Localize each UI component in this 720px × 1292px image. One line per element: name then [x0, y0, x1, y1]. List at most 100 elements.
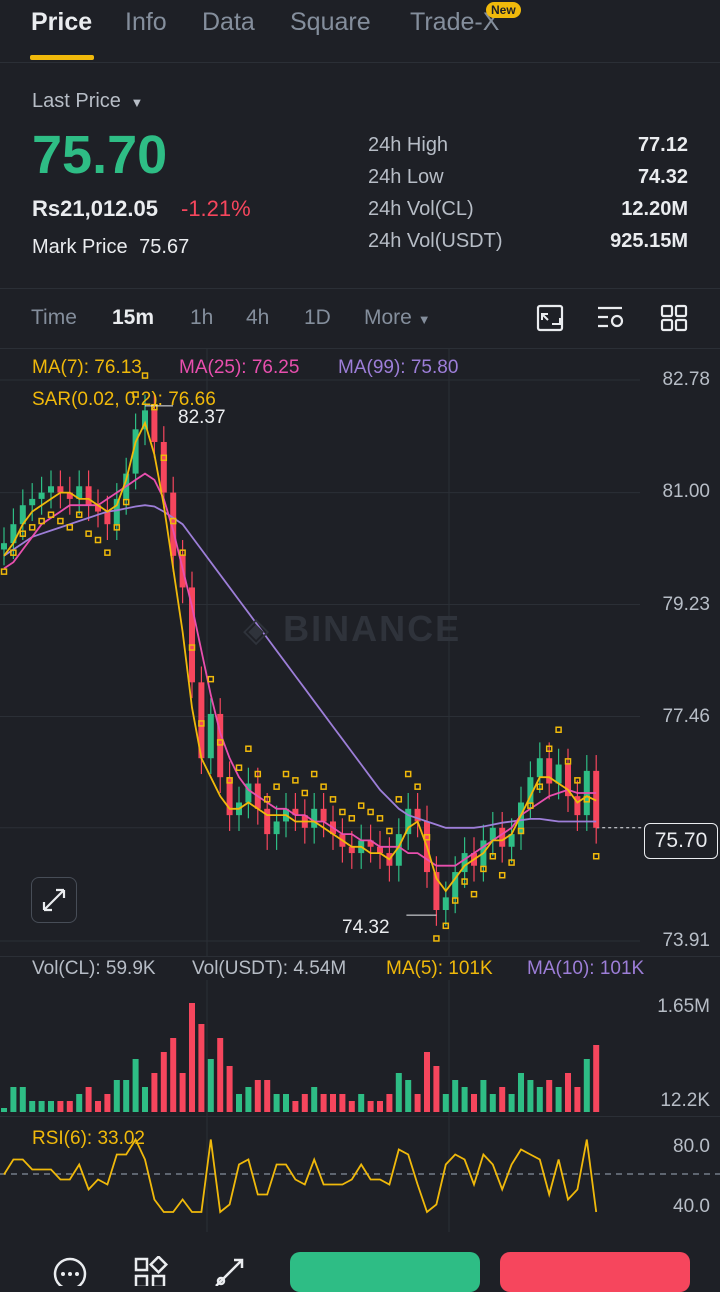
volume-bar — [499, 1087, 506, 1112]
volume-bar — [264, 1080, 271, 1112]
legend-vol-ma5: MA(5): 101K — [386, 958, 493, 979]
candle-body — [555, 764, 562, 784]
sar-dot — [207, 675, 215, 683]
sar-dot — [348, 815, 356, 822]
y-tick: 77.46 — [662, 706, 710, 727]
chevron-down-icon: ▼ — [130, 95, 144, 110]
volume-bar — [66, 1101, 73, 1112]
sar-dot — [404, 770, 412, 778]
sar-dot — [104, 549, 111, 556]
volume-bar — [217, 1038, 224, 1112]
volume-bar — [245, 1087, 252, 1112]
top-tabs: Price Info Data Square Trade-X New — [0, 0, 720, 63]
sar-dot — [141, 372, 149, 379]
sar-dot — [592, 852, 600, 860]
volume-bar — [292, 1101, 299, 1112]
sar-dot — [433, 935, 440, 942]
price-chart[interactable] — [0, 348, 720, 956]
y-tick: 82.78 — [662, 369, 710, 390]
indicator-settings-icon[interactable] — [596, 304, 628, 334]
volume-bar — [442, 1094, 449, 1112]
volume-bar — [546, 1080, 553, 1112]
candle-body — [311, 808, 318, 828]
binance-logo-icon: ◈ — [243, 611, 272, 649]
layout-grid-icon[interactable] — [660, 304, 690, 334]
long-button[interactable] — [290, 1252, 480, 1292]
last-price-selector[interactable]: Last Price ▼ — [32, 90, 143, 113]
volume-bar — [132, 1059, 139, 1112]
mark-price-label: Mark Price — [32, 236, 128, 258]
volume-bar — [1, 1108, 7, 1112]
volume-bar — [593, 1045, 600, 1112]
volume-bar — [330, 1094, 336, 1112]
sar-dot — [57, 517, 64, 525]
ma7-line — [3, 420, 597, 893]
candle-body — [273, 821, 280, 835]
watermark-text: BINANCE — [283, 608, 462, 649]
stat-24h-vol-cl-value: 12.20M — [621, 198, 688, 220]
volume-bar — [395, 1073, 402, 1112]
interval-1h[interactable]: 1h — [190, 306, 213, 330]
rsi-line — [3, 1137, 598, 1214]
interval-4h[interactable]: 4h — [246, 306, 269, 330]
candle-body — [499, 827, 506, 847]
volume-bar — [471, 1094, 477, 1112]
candle-body — [348, 846, 355, 854]
sar-dot — [38, 517, 45, 525]
sar-dot — [320, 783, 327, 790]
stat-24h-vol-cl-label: 24h Vol(CL) — [368, 198, 474, 220]
volume-bar — [104, 1094, 111, 1112]
volume-bar — [95, 1101, 101, 1112]
interval-time[interactable]: Time — [31, 306, 77, 330]
candle-body — [320, 808, 327, 822]
mark-price: Mark Price 75.67 — [32, 236, 189, 259]
sar-dot — [395, 796, 403, 803]
volume-bar — [424, 1052, 430, 1112]
volume-bar — [142, 1087, 148, 1112]
volume-bar — [38, 1101, 45, 1112]
sar-dot — [555, 726, 562, 734]
y-tick: 73.91 — [662, 930, 710, 951]
volume-bar — [151, 1073, 158, 1112]
sar-dot — [357, 802, 365, 809]
candle-body — [536, 758, 543, 778]
interval-15m[interactable]: 15m — [112, 306, 154, 330]
sar-dot — [310, 770, 318, 778]
tab-info[interactable]: Info — [125, 8, 167, 37]
sar-dot — [235, 764, 243, 771]
volume-bar — [377, 1101, 383, 1112]
volume-bar — [189, 1003, 195, 1112]
volume-bar — [179, 1073, 186, 1112]
short-button[interactable] — [500, 1252, 690, 1292]
volume-bar — [10, 1087, 17, 1112]
candle-body — [29, 498, 36, 506]
fullscreen-button[interactable] — [31, 877, 77, 923]
volume-bar — [320, 1094, 327, 1112]
stat-24h-high-label: 24h High — [368, 134, 449, 156]
sar-dot — [66, 524, 74, 531]
tab-square[interactable]: Square — [290, 8, 371, 37]
volume-bar — [236, 1094, 242, 1112]
volume-bar — [85, 1087, 92, 1112]
tab-data[interactable]: Data — [202, 8, 255, 37]
volume-bar — [29, 1101, 36, 1112]
sar-dot — [470, 890, 478, 898]
tab-price[interactable]: Price — [31, 8, 92, 37]
sar-dot — [498, 871, 506, 879]
ma25-line — [3, 472, 597, 867]
sar-dot — [94, 536, 102, 544]
rsi-chart — [0, 1117, 720, 1237]
candle-body — [57, 486, 64, 493]
high-marker: 82.37 — [178, 407, 226, 428]
sar-dot — [282, 770, 290, 778]
chart-expand-icon[interactable] — [536, 304, 566, 334]
y-tick: 81.00 — [662, 481, 710, 502]
current-price-tag: 75.70 — [644, 823, 718, 859]
legend-ma7: MA(7): 76.13 — [32, 357, 142, 378]
candle-body — [38, 492, 45, 499]
volume-bar — [358, 1094, 365, 1112]
volume-bar — [283, 1094, 289, 1112]
sar-dot — [329, 796, 337, 803]
interval-more[interactable]: More ▼ — [364, 306, 431, 330]
interval-1d[interactable]: 1D — [304, 306, 331, 330]
